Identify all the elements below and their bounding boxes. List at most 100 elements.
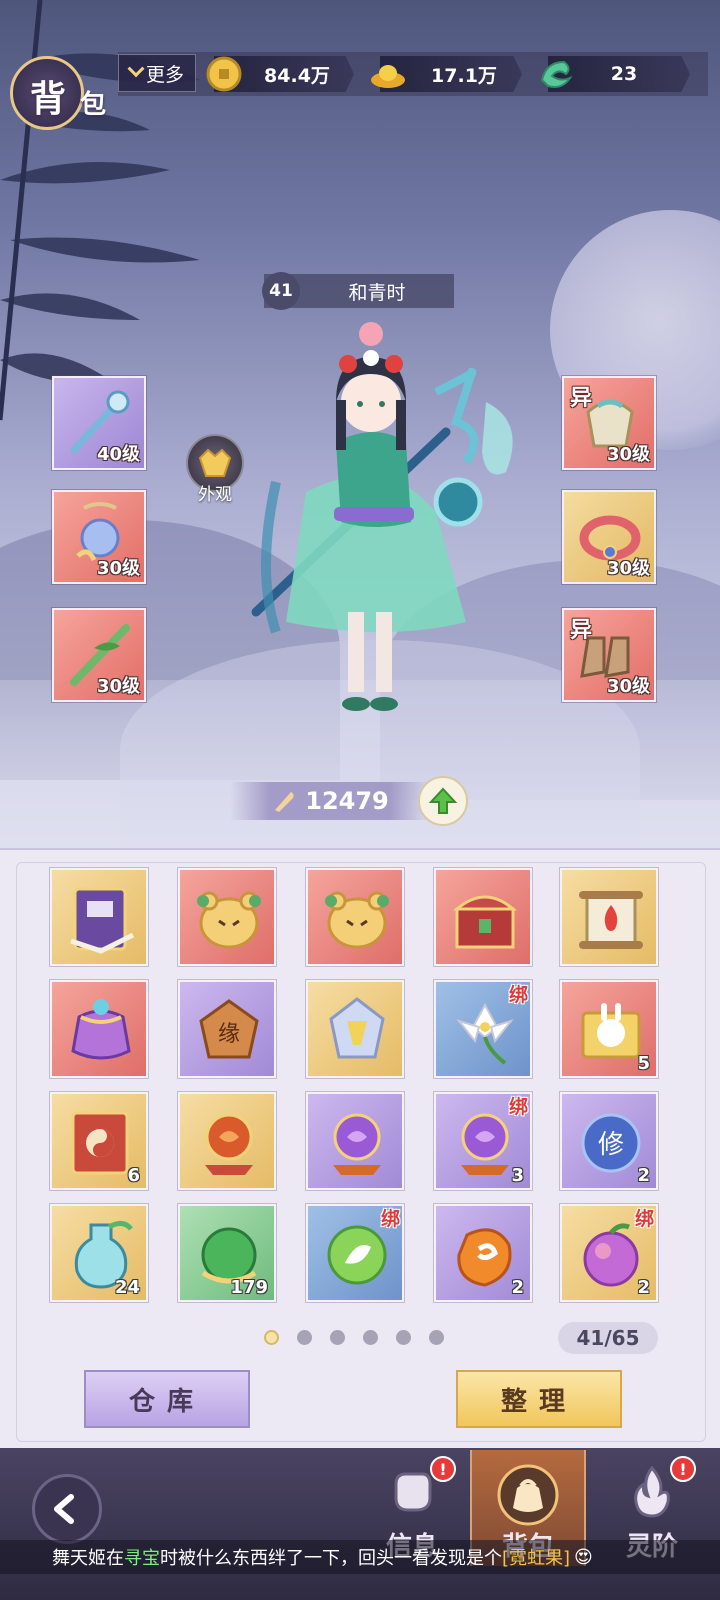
bag-capacity: 41/65 bbox=[558, 1322, 658, 1354]
back-button[interactable] bbox=[32, 1474, 102, 1544]
back-arrow-icon bbox=[54, 1494, 74, 1524]
equip-slot-bracelet[interactable]: 30级 bbox=[562, 490, 656, 584]
broadcast-text: 时被什么东西绊了一下，回头一看发现是个 bbox=[160, 1548, 502, 1569]
combat-power-value: 12479 bbox=[305, 787, 389, 815]
warehouse-button[interactable]: 仓库 bbox=[84, 1370, 250, 1428]
equip-slot-boots[interactable]: 异 30级 bbox=[562, 608, 656, 702]
currency-gold-value: 17.1万 bbox=[431, 64, 497, 87]
svg-text:修: 修 bbox=[598, 1130, 624, 1160]
equip-slot-weapon[interactable]: 40级 bbox=[52, 376, 146, 470]
character-name: 和青时 bbox=[348, 281, 406, 304]
equip-level: 30级 bbox=[606, 558, 650, 579]
alert-badge: ! bbox=[430, 1456, 456, 1482]
arrow-up-icon bbox=[428, 787, 458, 814]
svg-text:缘: 缘 bbox=[218, 1022, 240, 1047]
inventory-slot[interactable] bbox=[50, 980, 148, 1078]
page-dot[interactable] bbox=[429, 1330, 444, 1345]
broadcast-player: 舞天姬在 bbox=[52, 1548, 124, 1569]
page-dot[interactable] bbox=[396, 1330, 411, 1345]
fate-token-icon: 缘 bbox=[199, 999, 259, 1059]
inventory-slot[interactable] bbox=[306, 1092, 404, 1190]
inventory-slot[interactable] bbox=[560, 868, 658, 966]
item-count: 179 bbox=[230, 1277, 268, 1298]
page-indicator[interactable] bbox=[264, 1330, 444, 1345]
inventory-slot[interactable] bbox=[178, 1092, 276, 1190]
treasure-chest-icon bbox=[452, 895, 518, 949]
bound-tag: 绑 bbox=[508, 1096, 528, 1118]
combat-power: 12479 bbox=[230, 782, 430, 820]
sort-button[interactable]: 整理 bbox=[456, 1370, 622, 1428]
alert-badge: ! bbox=[670, 1456, 696, 1482]
equip-level: 30级 bbox=[606, 444, 650, 465]
appearance-label: 外观 bbox=[198, 485, 232, 505]
broadcast-item[interactable]: [霓虹果] bbox=[502, 1544, 570, 1570]
equip-slot-flute[interactable]: 30级 bbox=[52, 608, 146, 702]
inventory-slot[interactable]: 2 bbox=[434, 1204, 532, 1302]
equip-level: 30级 bbox=[96, 676, 140, 697]
page-dot[interactable] bbox=[330, 1330, 345, 1345]
currency-copper-value: 84.4万 bbox=[264, 64, 330, 87]
red-orb-icon bbox=[205, 1113, 253, 1175]
item-count: 6 bbox=[127, 1165, 140, 1186]
inventory-slot[interactable]: 绑3 bbox=[434, 1092, 532, 1190]
character-avatar[interactable] bbox=[236, 312, 536, 722]
purple-orb-icon bbox=[333, 1113, 381, 1175]
scroll-icon bbox=[579, 891, 643, 949]
exotic-tag: 异 bbox=[570, 618, 593, 643]
more-label: 更多 bbox=[145, 63, 184, 86]
inventory-slot[interactable] bbox=[50, 868, 148, 966]
bear-bun-icon bbox=[197, 891, 261, 949]
inventory-slot[interactable]: 绑 bbox=[434, 980, 532, 1078]
inventory-slot[interactable]: 5 bbox=[560, 980, 658, 1078]
inventory-slot[interactable] bbox=[434, 868, 532, 966]
equip-slot-shoulder[interactable]: 异 30级 bbox=[562, 376, 656, 470]
inventory-slot[interactable]: 24 bbox=[50, 1204, 148, 1302]
broadcast-activity[interactable]: 寻宝 bbox=[124, 1544, 160, 1570]
bound-tag: 绑 bbox=[634, 1208, 654, 1230]
equip-level: 30级 bbox=[96, 558, 140, 579]
item-count: 3 bbox=[511, 1165, 524, 1186]
exotic-tag: 异 bbox=[570, 386, 593, 411]
inventory-slot[interactable] bbox=[306, 868, 404, 966]
equip-level: 40级 bbox=[96, 444, 140, 465]
copper-coin-icon bbox=[206, 56, 242, 92]
item-count: 2 bbox=[637, 1277, 650, 1298]
character-nameplate: 41 和青时 bbox=[262, 272, 454, 310]
inventory-slot[interactable] bbox=[178, 868, 276, 966]
page-title-char1: 背 bbox=[30, 79, 67, 120]
inventory-slot[interactable]: 6 bbox=[50, 1092, 148, 1190]
spellbook-icon bbox=[70, 887, 135, 954]
gold-ingot-icon bbox=[371, 65, 405, 88]
system-broadcast: 舞天姬在 寻宝 时被什么东西绊了一下，回头一看发现是个 [霓虹果] 😍 bbox=[0, 1540, 720, 1574]
inventory-slot[interactable]: 缘 bbox=[178, 980, 276, 1078]
character-level: 41 bbox=[262, 272, 300, 310]
jade-icon bbox=[540, 60, 573, 88]
wardrobe-icon bbox=[198, 448, 232, 477]
item-count: 2 bbox=[511, 1277, 524, 1298]
bound-tag: 绑 bbox=[380, 1208, 400, 1230]
equip-level: 30级 bbox=[606, 676, 650, 697]
bear-bun-icon bbox=[325, 891, 389, 949]
inventory-slot[interactable]: 179 bbox=[178, 1204, 276, 1302]
page-dot[interactable] bbox=[264, 1330, 279, 1345]
inventory-slot[interactable]: 绑 bbox=[306, 1204, 404, 1302]
crystal-stone-icon bbox=[329, 997, 385, 1059]
bound-tag: 绑 bbox=[508, 984, 528, 1006]
chevron-down-icon bbox=[127, 60, 145, 78]
more-button[interactable]: 更多 bbox=[118, 54, 196, 92]
item-count: 2 bbox=[637, 1165, 650, 1186]
page-title-char2: 包 bbox=[80, 90, 107, 120]
page-dot[interactable] bbox=[363, 1330, 378, 1345]
bag-icon bbox=[497, 1464, 559, 1526]
heart-eyes-emoji-icon: 😍 bbox=[574, 1546, 593, 1568]
power-upgrade-button[interactable] bbox=[418, 776, 468, 826]
page-dot[interactable] bbox=[297, 1330, 312, 1345]
equip-slot-charm[interactable]: 30级 bbox=[52, 490, 146, 584]
item-count: 24 bbox=[114, 1277, 140, 1298]
item-count: 5 bbox=[637, 1053, 650, 1074]
inventory-slot[interactable]: 绑2 bbox=[560, 1204, 658, 1302]
power-quill-icon bbox=[275, 792, 294, 812]
inventory-slot[interactable]: 修2 bbox=[560, 1092, 658, 1190]
currency-jade-value: 23 bbox=[610, 63, 638, 85]
inventory-slot[interactable] bbox=[306, 980, 404, 1078]
